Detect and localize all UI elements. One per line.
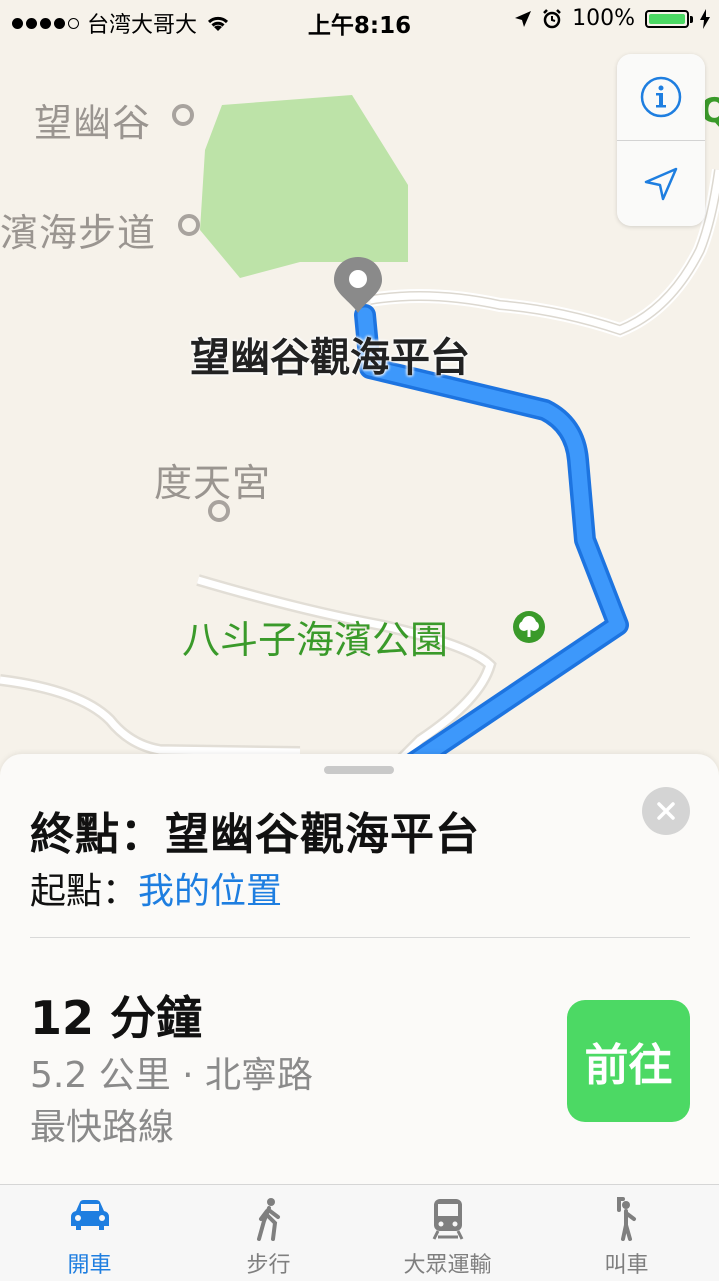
destination-title: 終點：望幽谷觀海平台 (30, 809, 480, 860)
navigation-arrow-icon (644, 167, 678, 201)
poi-dot-icon (172, 104, 194, 126)
tab-label: 步行 (246, 1253, 291, 1278)
origin-line: 起點：我的位置 (30, 862, 282, 914)
tab-transit[interactable]: 大眾運輸 (358, 1185, 537, 1281)
route-type: 最快路線 (30, 1107, 175, 1148)
tree-icon (513, 611, 545, 643)
tab-drive[interactable]: 開車 (0, 1185, 179, 1281)
car-icon (70, 1200, 109, 1230)
battery-icon (645, 9, 693, 28)
tab-label: 叫車 (604, 1253, 649, 1278)
route-detail: 5.2 公里 · 北寧路 (30, 1055, 314, 1096)
status-bar: 台湾大哥大 上午8:16 100% (0, 0, 719, 40)
eta: 12 分鐘 (30, 991, 203, 1045)
walk-icon (256, 1198, 280, 1241)
drag-handle[interactable] (324, 766, 394, 774)
location-arrow-icon (515, 10, 532, 27)
charging-bolt-icon (700, 8, 710, 29)
map-controls (617, 54, 705, 226)
divider (30, 937, 690, 938)
poi-label[interactable]: 濱海步道 (0, 202, 156, 257)
alarm-icon (543, 8, 561, 28)
destination-pin-icon[interactable] (332, 255, 384, 315)
origin-prefix: 起點： (30, 871, 139, 912)
locate-button[interactable] (617, 141, 705, 227)
poi-label[interactable]: 度天宮 (154, 452, 271, 507)
origin-link[interactable]: 我的位置 (138, 871, 282, 912)
destination-label: 望幽谷觀海平台 (190, 335, 470, 381)
info-button[interactable] (617, 54, 705, 140)
poi-dot-icon (208, 500, 230, 522)
close-button[interactable] (642, 787, 690, 835)
go-button[interactable]: 前往 (567, 1000, 690, 1122)
directions-card[interactable]: 終點：望幽谷觀海平台 起點：我的位置 12 分鐘 5.2 公里 · 北寧路 最快… (0, 754, 719, 1184)
battery-percent: 100% (572, 6, 635, 31)
ride-icon (616, 1197, 636, 1241)
tab-bar: 開車 步行 大眾運輸 叫車 (0, 1184, 719, 1281)
tab-label: 開車 (67, 1253, 112, 1278)
close-icon (657, 802, 675, 820)
train-icon (432, 1199, 463, 1240)
tab-ride[interactable]: 叫車 (537, 1185, 716, 1281)
tab-label: 大眾運輸 (403, 1253, 492, 1278)
info-icon (640, 76, 682, 118)
poi-label[interactable]: 望幽谷 (34, 92, 151, 147)
park-label[interactable]: 八斗子海濱公園 (182, 609, 448, 664)
poi-dot-icon (178, 214, 200, 236)
tab-walk[interactable]: 步行 (179, 1185, 358, 1281)
